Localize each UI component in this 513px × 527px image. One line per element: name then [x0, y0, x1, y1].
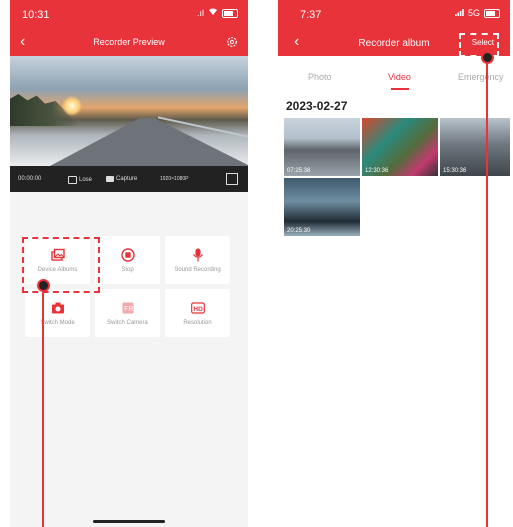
tab-video[interactable]: Video — [388, 72, 411, 82]
video-thumbnail[interactable]: 07:25:38 — [284, 118, 360, 176]
capture-label: Capture — [116, 176, 138, 182]
video-duration: 12:30:36 — [365, 168, 389, 174]
capture-button[interactable]: Capture — [106, 176, 137, 182]
stop-button[interactable]: Stop — [95, 236, 160, 284]
resolution-readout: 1920×1080P — [160, 176, 189, 182]
switch-mode-label: Switch Mode — [40, 319, 75, 326]
video-duration: 20:25:30 — [287, 228, 311, 234]
status-bar: 7:37 5G — [278, 0, 510, 30]
svg-text:FR: FR — [124, 306, 133, 313]
signal-icon — [454, 8, 464, 18]
fullscreen-icon[interactable] — [226, 173, 238, 185]
camera-icon — [51, 302, 64, 313]
lose-button[interactable]: Lose — [68, 176, 92, 184]
date-heading: 2023-02-27 — [286, 99, 348, 113]
sound-recording-button[interactable]: Sound Recording — [165, 236, 230, 284]
tab-photo[interactable]: Photo — [308, 72, 332, 82]
video-duration: 07:25:38 — [287, 168, 311, 174]
lose-icon — [68, 176, 77, 184]
switch-camera-icon: FR — [122, 302, 133, 313]
network-type: 5G — [467, 8, 480, 18]
stop-icon — [120, 247, 135, 262]
switch-camera-label: Switch Camera — [107, 319, 148, 326]
device-albums-highlight-box — [22, 237, 100, 293]
video-duration: 15:30:36 — [443, 168, 467, 174]
sound-recording-label: Sound Recording — [174, 266, 221, 273]
video-scene-sun — [62, 96, 82, 116]
video-preview[interactable] — [10, 56, 248, 166]
microphone-icon — [192, 248, 203, 261]
svg-text:HD: HD — [193, 306, 203, 313]
video-thumbnail[interactable]: 15:30:36 — [440, 118, 510, 176]
battery-icon — [222, 8, 238, 18]
switch-camera-button[interactable]: FR Switch Camera — [95, 289, 160, 337]
resolution-label: Resolution — [183, 319, 212, 326]
album-tabs: Photo Video Emergency — [278, 60, 510, 90]
active-tab-indicator — [391, 88, 409, 90]
signal-icon: .ıl — [196, 8, 204, 18]
capture-camera-icon — [106, 176, 114, 182]
status-time: 10:31 — [22, 9, 50, 21]
video-control-bar: 00:00:00 Lose Capture 1920×1080P — [10, 166, 248, 192]
video-thumbnail[interactable]: 20:25:30 — [284, 178, 360, 236]
status-icons: 5G — [454, 8, 500, 18]
status-icons: .ıl — [197, 8, 238, 18]
hd-icon: HD — [190, 301, 205, 314]
stop-label: Stop — [121, 266, 134, 273]
wifi-icon — [208, 8, 218, 18]
settings-gear-icon[interactable] — [226, 35, 238, 47]
video-scene-road — [50, 118, 248, 166]
lose-label: Lose — [79, 177, 93, 183]
tab-emergency[interactable]: Emergency — [458, 72, 504, 82]
nav-bar: ‹ Recorder Preview — [10, 30, 248, 56]
recorder-album-screen: 7:37 5G ‹ Recorder album Select Photo Vi… — [278, 0, 510, 527]
callout-pointer-line — [486, 63, 488, 527]
home-indicator — [93, 520, 165, 523]
status-time: 7:37 — [300, 9, 322, 21]
battery-icon — [484, 8, 500, 18]
status-bar: 10:31 .ıl — [10, 0, 248, 30]
page-title: Recorder Preview — [93, 37, 165, 47]
video-thumbnail[interactable]: 12:30:36 — [362, 118, 438, 176]
recording-timer: 00:00:00 — [18, 176, 42, 182]
callout-pointer-line — [42, 291, 44, 527]
resolution-button[interactable]: HD Resolution — [165, 289, 230, 337]
switch-mode-button[interactable]: Switch Mode — [25, 289, 90, 337]
